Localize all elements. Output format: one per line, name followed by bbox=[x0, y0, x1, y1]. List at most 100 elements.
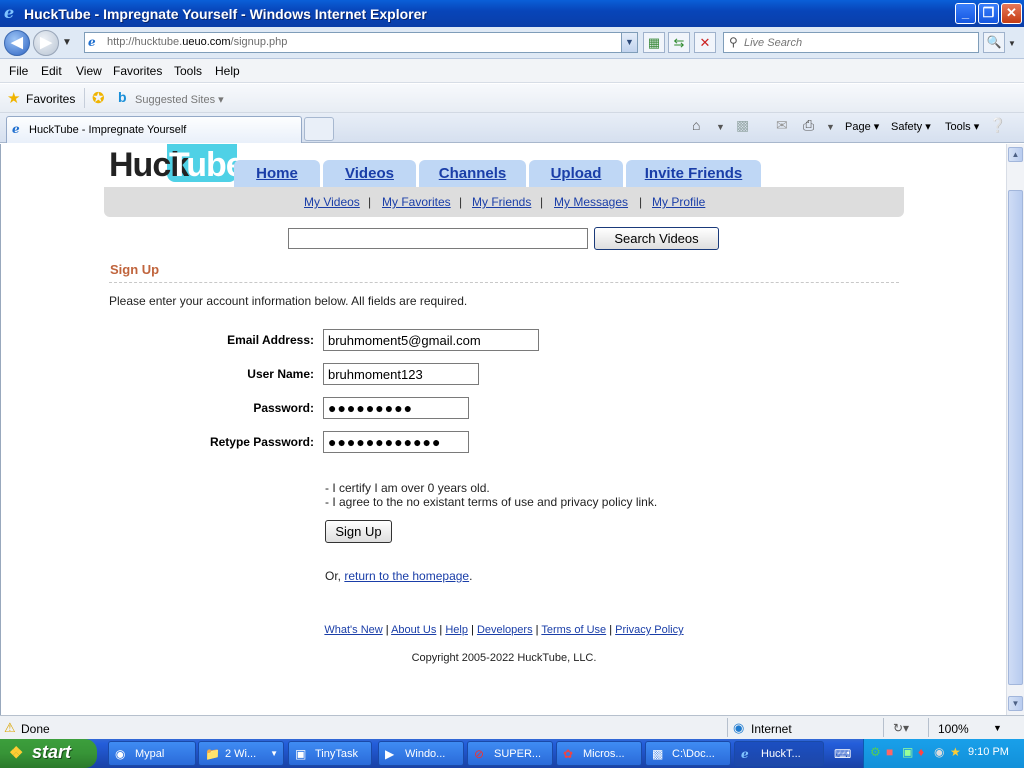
start-button[interactable]: ❖ start bbox=[0, 739, 97, 768]
tray-icon-2[interactable]: ■ bbox=[886, 745, 893, 759]
my-videos-link[interactable]: My Videos bbox=[304, 195, 360, 209]
privacy-policy-link[interactable]: Privacy Policy bbox=[615, 624, 683, 636]
nav-tab-channels[interactable]: Channels bbox=[419, 160, 526, 187]
email-field[interactable]: bruhmoment5@gmail.com bbox=[323, 329, 539, 351]
nav-invite-link[interactable]: Invite Friends bbox=[645, 165, 743, 182]
copyright: Copyright 2005-2022 HuckTube, LLC. bbox=[411, 652, 597, 664]
help-link[interactable]: Help bbox=[445, 624, 468, 636]
nav-upload-link[interactable]: Upload bbox=[551, 165, 602, 182]
username-field[interactable]: bruhmoment123 bbox=[323, 363, 479, 385]
subnav-separator: | bbox=[639, 195, 643, 209]
keyboard-icon[interactable]: ⌨ bbox=[834, 747, 851, 761]
my-profile-link[interactable]: My Profile bbox=[652, 195, 705, 209]
live-search-input[interactable] bbox=[744, 35, 974, 50]
url-text[interactable]: http://hucktube.ueuo.com/signup.php bbox=[107, 36, 287, 48]
task-microsoft[interactable]: ✿ Micros... bbox=[556, 741, 642, 766]
tab-hucktube[interactable]: e HuckTube - Impregnate Yourself bbox=[6, 116, 302, 143]
protected-mode-icon[interactable]: ↻▾ bbox=[893, 721, 909, 735]
tray-icon-5[interactable]: ◉ bbox=[934, 745, 944, 759]
warning-icon[interactable]: ⚠ bbox=[4, 720, 16, 736]
back-button[interactable]: ◀ bbox=[4, 30, 30, 56]
search-videos-button[interactable]: Search Videos bbox=[594, 227, 719, 250]
tab-title: HuckTube - Impregnate Yourself bbox=[29, 124, 187, 136]
scroll-thumb[interactable] bbox=[1008, 190, 1023, 685]
nav-tab-videos[interactable]: Videos bbox=[323, 160, 416, 187]
tools-menu[interactable]: Tools ▾ bbox=[945, 120, 979, 133]
menu-tools[interactable]: Tools bbox=[174, 64, 202, 78]
return-homepage-link[interactable]: return to the homepage bbox=[344, 569, 469, 583]
sign-up-button[interactable]: Sign Up bbox=[325, 520, 392, 543]
new-tab-button[interactable] bbox=[304, 117, 334, 141]
scroll-down-icon[interactable]: ▼ bbox=[1008, 696, 1023, 711]
address-dropdown[interactable]: ▼ bbox=[621, 33, 637, 52]
favorites-star-icon[interactable]: ★ bbox=[7, 89, 20, 107]
my-messages-link[interactable]: My Messages bbox=[554, 195, 628, 209]
tray-icon-6[interactable]: ★ bbox=[950, 745, 961, 759]
maximize-button[interactable]: ❐ bbox=[978, 3, 999, 24]
retype-password-field[interactable]: ●●●●●●●●●●●● bbox=[323, 431, 469, 453]
video-search-input[interactable] bbox=[288, 228, 588, 249]
my-friends-link[interactable]: My Friends bbox=[472, 195, 531, 209]
scroll-up-icon[interactable]: ▲ bbox=[1008, 147, 1023, 162]
menu-file[interactable]: File bbox=[9, 64, 28, 78]
vertical-scrollbar[interactable]: ▲ ▼ bbox=[1006, 144, 1024, 715]
menu-favorites[interactable]: Favorites bbox=[113, 64, 162, 78]
page-menu[interactable]: Page ▾ bbox=[845, 120, 879, 133]
nav-home-link[interactable]: Home bbox=[256, 165, 298, 182]
clock[interactable]: 9:10 PM bbox=[968, 746, 1009, 758]
close-button[interactable]: ✕ bbox=[1001, 3, 1022, 24]
search-go-button[interactable]: 🔍 bbox=[983, 32, 1005, 53]
address-bar[interactable]: e http://hucktube.ueuo.com/signup.php ▼ bbox=[84, 32, 638, 53]
safety-menu[interactable]: Safety ▾ bbox=[891, 120, 931, 133]
hucktube-logo[interactable]: Huck Tube bbox=[109, 144, 245, 184]
task-windows[interactable]: ▶ Windo... bbox=[378, 741, 464, 766]
task-super[interactable]: ⊘ SUPER... bbox=[467, 741, 553, 766]
developers-link[interactable]: Developers bbox=[477, 624, 533, 636]
nav-channels-link[interactable]: Channels bbox=[439, 165, 507, 182]
task-mypal[interactable]: ◉ Mypal bbox=[108, 741, 196, 766]
feeds-icon[interactable]: ▩ bbox=[736, 117, 749, 134]
refresh-icon[interactable]: ⇆ bbox=[668, 32, 690, 53]
password-field[interactable]: ●●●●●●●●● bbox=[323, 397, 469, 419]
home-icon[interactable]: ⌂ bbox=[692, 117, 700, 133]
status-text: Done bbox=[21, 722, 50, 736]
forward-button[interactable]: ▶ bbox=[33, 30, 59, 56]
whats-new-link[interactable]: What's New bbox=[324, 624, 382, 636]
bing-icon: b bbox=[118, 89, 127, 105]
footer-links: What's New | About Us | Help | Developer… bbox=[324, 624, 684, 636]
tray-icon-4[interactable]: ♦ bbox=[918, 745, 924, 759]
mail-icon[interactable]: ✉ bbox=[776, 117, 788, 134]
nav-tab-home[interactable]: Home bbox=[234, 160, 320, 187]
menu-edit[interactable]: Edit bbox=[41, 64, 62, 78]
favorites-button[interactable]: Favorites bbox=[26, 92, 75, 106]
search-box[interactable]: ⚲ bbox=[723, 32, 979, 53]
task-explorer-windows[interactable]: 📁 2 Wi... ▼ bbox=[198, 741, 284, 766]
my-favorites-link[interactable]: My Favorites bbox=[382, 195, 451, 209]
tray-icon-3[interactable]: ▣ bbox=[902, 745, 913, 759]
nav-videos-link[interactable]: Videos bbox=[345, 165, 394, 182]
help-icon[interactable]: ❔ bbox=[989, 117, 1006, 134]
terms-of-use-link[interactable]: Terms of Use bbox=[541, 624, 606, 636]
nav-tab-invite-friends[interactable]: Invite Friends bbox=[626, 160, 761, 187]
recent-pages-dropdown[interactable]: ▼ bbox=[62, 37, 72, 48]
zoom-dropdown[interactable]: ▼ bbox=[993, 723, 1002, 733]
add-to-favorites-icon[interactable]: ✪ bbox=[92, 89, 105, 107]
compatibility-icon[interactable]: ▦ bbox=[643, 32, 665, 53]
task-tinytask[interactable]: ▣ TinyTask bbox=[288, 741, 372, 766]
zoom-level[interactable]: 100% bbox=[938, 722, 969, 736]
suggested-sites-button[interactable]: Suggested Sites ▾ bbox=[135, 93, 224, 106]
nav-tab-upload[interactable]: Upload bbox=[529, 160, 623, 187]
menu-view[interactable]: View bbox=[76, 64, 102, 78]
search-options-dropdown[interactable]: ▼ bbox=[1008, 39, 1016, 48]
stop-icon[interactable]: ✕ bbox=[694, 32, 716, 53]
about-us-link[interactable]: About Us bbox=[391, 624, 436, 636]
task-cmd-documents[interactable]: ▩ C:\Doc... bbox=[645, 741, 731, 766]
security-zone[interactable]: Internet bbox=[751, 722, 792, 736]
menu-help[interactable]: Help bbox=[215, 64, 240, 78]
minimize-button[interactable]: _ bbox=[955, 3, 976, 24]
home-dropdown[interactable]: ▼ bbox=[716, 122, 725, 132]
task-hucktube[interactable]: e HuckT... bbox=[734, 741, 824, 766]
print-dropdown[interactable]: ▼ bbox=[826, 122, 835, 132]
tray-icon-1[interactable]: ⚙ bbox=[870, 745, 881, 759]
print-icon[interactable]: ⎙ bbox=[803, 117, 814, 134]
